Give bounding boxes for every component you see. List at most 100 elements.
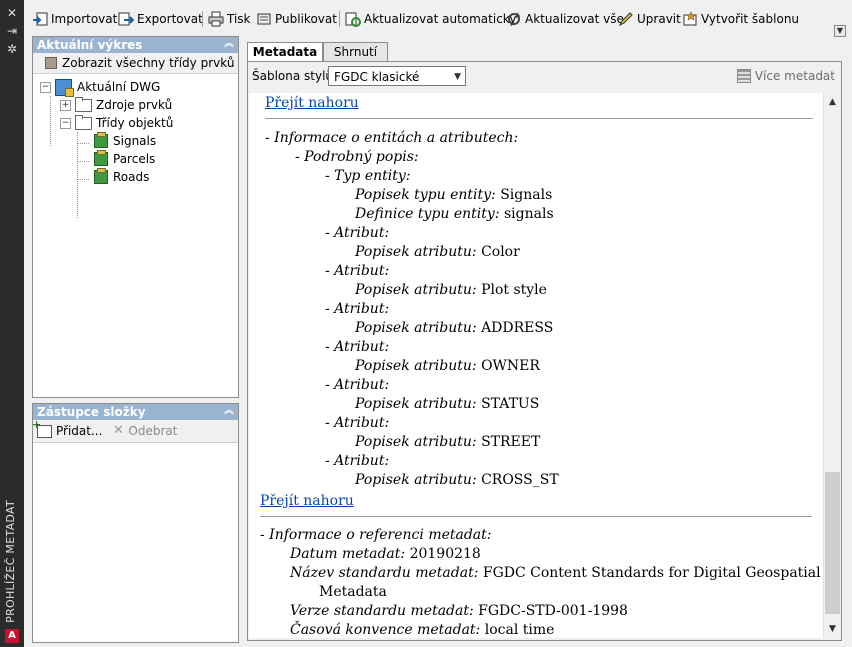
toolbar-separator	[202, 11, 203, 27]
show-all-classes-button[interactable]: Zobrazit všechny třídy prvků	[33, 53, 238, 74]
metadata-document: Přejít nahoru - Informace o entitách a a…	[249, 93, 823, 638]
collapse-node-icon[interactable]: −	[40, 81, 51, 93]
attribute-heading: - Atribut:	[325, 263, 390, 279]
attribute-label-row: Popisek atributu: Plot style	[355, 282, 547, 298]
current-drawing-title: Aktuální výkres	[37, 38, 143, 52]
attribute-label-row: Popisek atributu: CROSS_ST	[355, 472, 559, 488]
chevron-down-icon: ▼	[454, 72, 461, 82]
feature-class-icon	[94, 168, 108, 184]
export-button[interactable]: Exportovat	[118, 10, 203, 28]
template-icon	[682, 11, 698, 27]
tree-item-parcels[interactable]: Parcels	[94, 150, 155, 168]
autocad-logo-icon: A	[5, 629, 19, 643]
collapse-node-icon[interactable]: −	[60, 117, 71, 129]
close-icon[interactable]: ✕	[5, 6, 19, 20]
edit-label: Upravit	[637, 12, 681, 26]
delete-icon: ✕	[112, 423, 124, 438]
attribute-label-row: Popisek atributu: STREET	[355, 434, 541, 450]
folder-shortcuts-toolbar: Přidat... ✕ Odebrat	[32, 418, 238, 443]
import-button[interactable]: Importovat	[32, 10, 117, 28]
time-convention-row: Časová konvence metadat: local time	[290, 622, 555, 638]
remove-label: Odebrat	[128, 424, 178, 438]
tree-item-current-dwg[interactable]: − Aktuální DWG	[40, 78, 160, 97]
collapse-icon[interactable]: ︽	[224, 406, 234, 416]
print-label: Tisk	[227, 12, 251, 26]
collapse-icon[interactable]: ︽	[224, 39, 234, 49]
scroll-down-icon[interactable]: ▼	[824, 621, 841, 637]
pencil-icon	[618, 11, 634, 27]
add-shortcut-button[interactable]: Přidat...	[32, 418, 103, 439]
more-metadata-button[interactable]: Více metadat	[736, 69, 835, 83]
show-all-label: Zobrazit všechny třídy prvků	[62, 56, 235, 70]
style-select[interactable]: FGDC klasické ▼	[328, 66, 466, 86]
export-label: Exportovat	[137, 12, 203, 26]
feature-class-icon	[94, 132, 108, 148]
tree-item-object-classes[interactable]: − Třídy objektů	[60, 114, 173, 132]
auto-update-button[interactable]: Aktualizovat automaticky	[345, 10, 516, 28]
entity-section-heading: - Informace o entitách a atributech:	[265, 130, 519, 146]
tree-item-signals[interactable]: Signals	[94, 132, 156, 150]
document-scrollbar[interactable]: ▲ ▼	[823, 93, 841, 638]
feature-class-icon	[94, 150, 108, 166]
expand-node-icon[interactable]: +	[60, 99, 71, 111]
update-all-button[interactable]: Aktualizovat vše	[506, 10, 624, 28]
attribute-heading: - Atribut:	[325, 339, 390, 355]
auto-refresh-icon	[345, 11, 361, 27]
add-label: Přidat...	[56, 424, 103, 438]
auto-update-label: Aktualizovat automaticky	[364, 12, 517, 26]
go-top-link[interactable]: Přejít nahoru	[265, 95, 359, 111]
settings-icon[interactable]: ✲	[5, 42, 19, 56]
section-divider	[260, 516, 812, 517]
current-drawing-panel: Aktuální výkres ︽ Zobrazit všechny třídy…	[32, 36, 239, 398]
palette-title: PROHLÍŽEČ METADAT	[4, 500, 17, 623]
metadata-date-row: Datum metadat: 20190218	[290, 546, 481, 562]
import-label: Importovat	[51, 12, 118, 26]
go-top-link[interactable]: Přejít nahoru	[260, 493, 354, 509]
main-toolbar: Importovat Exportovat Tisk Publikovat Ak…	[24, 6, 852, 37]
scroll-up-icon[interactable]: ▲	[824, 94, 841, 110]
edit-button[interactable]: Upravit	[618, 10, 681, 28]
tree-label: Roads	[113, 170, 150, 184]
attribute-label-row: Popisek atributu: Color	[355, 244, 520, 260]
tree-item-feature-sources[interactable]: + Zdroje prvků	[60, 96, 172, 114]
folder-icon	[75, 114, 92, 130]
tree-label: Parcels	[113, 152, 156, 166]
dwg-icon	[55, 78, 74, 97]
pin-icon[interactable]: ⇥	[5, 24, 19, 38]
tree-label: Zdroje prvků	[96, 98, 173, 112]
create-template-button[interactable]: Vytvořit šablonu	[682, 10, 799, 28]
toolbar-overflow-button[interactable]: ▼	[834, 25, 846, 37]
publish-button[interactable]: Publikovat	[256, 10, 337, 28]
attribute-label-row: Popisek atributu: ADDRESS	[355, 320, 554, 336]
print-button[interactable]: Tisk	[208, 10, 251, 28]
update-all-label: Aktualizovat vše	[525, 12, 624, 26]
style-select-value: FGDC klasické	[334, 70, 420, 84]
folder-shortcuts-title: Zástupce složky	[37, 405, 146, 419]
palette-sidebar: ✕ ⇥ ✲ PROHLÍŽEČ METADAT A	[0, 0, 24, 647]
metadata-viewer-window: Importovat Exportovat Tisk Publikovat Ak…	[24, 0, 852, 647]
feature-classes-icon	[45, 57, 57, 69]
attribute-heading: - Atribut:	[325, 225, 390, 241]
style-bar: Šablona stylů: FGDC klasické ▼ Více meta…	[248, 62, 841, 92]
attribute-heading: - Atribut:	[325, 301, 390, 317]
remove-shortcut-button[interactable]: ✕ Odebrat	[112, 423, 178, 438]
entity-label-row: Popisek typu entity: Signals	[355, 187, 553, 203]
folder-shortcuts-header[interactable]: Zástupce složky ︽	[33, 404, 238, 420]
attribute-label-row: Popisek atributu: OWNER	[355, 358, 540, 374]
attribute-heading: - Atribut:	[325, 453, 390, 469]
tab-summary[interactable]: Shrnutí	[323, 42, 388, 62]
metadata-pane: Metadata Shrnutí Šablona stylů: FGDC kla…	[242, 40, 846, 642]
toolbar-separator	[339, 11, 340, 27]
scrollbar-thumb[interactable]	[825, 472, 840, 614]
tree-item-roads[interactable]: Roads	[94, 168, 149, 186]
current-drawing-header[interactable]: Aktuální výkres ︽	[33, 37, 238, 53]
publish-label: Publikovat	[275, 12, 337, 26]
folder-icon	[75, 96, 92, 112]
attribute-heading: - Atribut:	[325, 377, 390, 393]
standard-version-row: Verze standardu metadat: FGDC-STD-001-19…	[290, 603, 628, 619]
attribute-heading: - Atribut:	[325, 415, 390, 431]
entity-type-heading: - Typ entity:	[325, 168, 411, 184]
metadata-stack-icon	[736, 69, 751, 83]
folder-shortcuts-panel: Zástupce složky ︽ Přidat... ✕ Odebrat	[32, 403, 239, 643]
tab-metadata[interactable]: Metadata	[247, 42, 323, 63]
